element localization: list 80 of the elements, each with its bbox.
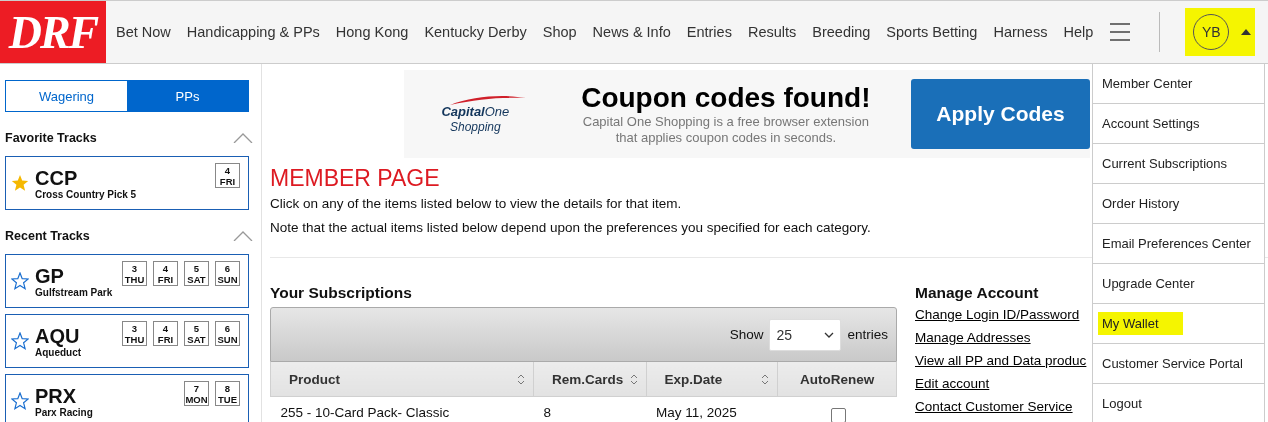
track-card[interactable]: CCP Cross Country Pick 5 4 FRI: [5, 156, 249, 210]
column-header[interactable]: Exp.Date: [646, 362, 778, 397]
track-name: Gulfstream Park: [35, 286, 114, 298]
ad-banner[interactable]: CapitalOne Shopping Coupon codes found! Capital One Shopping is a free browser extension that applies coupon codes in seconds. Apply Codes: [404, 70, 1090, 158]
show-label: Show: [729, 327, 764, 342]
nav-link[interactable]: Breeding: [804, 24, 879, 40]
track-code: AQU: [35, 324, 81, 347]
nav-link[interactable]: Shop: [534, 24, 585, 40]
sort-icon[interactable]: [761, 373, 770, 385]
checkbox[interactable]: [830, 408, 846, 422]
menu-item[interactable]: My Wallet: [1093, 304, 1264, 344]
section-heading: Your Subscriptions: [270, 284, 413, 302]
track-card[interactable]: AQU Aqueduct 3 THU 4 FRI 5 SAT 6 SUN: [5, 314, 249, 368]
menu-item[interactable]: Logout: [1093, 384, 1264, 422]
race-day[interactable]: 4 FRI: [153, 261, 178, 286]
apply-codes-button[interactable]: Apply Codes: [911, 79, 1090, 149]
tab[interactable]: PPs: [127, 81, 248, 111]
ad-description: Capital One Shopping is a free browser extension that applies coupon codes in seconds.: [581, 114, 870, 146]
nav-link[interactable]: Hong Kong: [327, 24, 417, 40]
race-day[interactable]: 6 SUN: [215, 261, 240, 286]
sort-icon[interactable]: [629, 373, 638, 385]
ad-logo-subtitle: Shopping: [449, 120, 502, 134]
race-day[interactable]: 3 THU: [122, 261, 147, 286]
column-header[interactable]: Rem.Cards: [533, 362, 647, 397]
track-name: Parx Racing: [35, 406, 94, 418]
track-card[interactable]: PRX Parx Racing 7 MON 8 TUE: [5, 374, 249, 422]
race-day[interactable]: 7 MON: [184, 381, 209, 406]
star-icon[interactable]: [11, 174, 29, 192]
table-cell: May 11, 2025: [646, 396, 778, 422]
nav-link[interactable]: Bet Now: [106, 24, 179, 40]
menu-icon[interactable]: [1109, 23, 1132, 41]
race-day[interactable]: 3 THU: [122, 321, 147, 346]
sort-icon[interactable]: [516, 373, 525, 385]
logo[interactable]: DRF: [0, 1, 106, 63]
track-code: CCP: [35, 166, 79, 189]
intro-text: Click on any of the items listed below to view the details for that item.: [270, 195, 682, 213]
ad-headline: Coupon codes found!: [580, 82, 872, 114]
track-code: GP: [35, 264, 65, 287]
track-code: PRX: [35, 384, 78, 407]
caret-icon[interactable]: [1241, 29, 1252, 35]
menu-item[interactable]: Customer Service Portal: [1093, 344, 1264, 384]
menu-item[interactable]: Order History: [1093, 184, 1264, 224]
menu-item[interactable]: Account Settings: [1093, 104, 1264, 144]
table-cell: 255 - 10-Card Pack- Classic: [270, 396, 534, 422]
race-day[interactable]: 8 TUE: [215, 381, 240, 406]
track-name: Aqueduct: [35, 346, 83, 358]
column-header[interactable]: Product: [270, 362, 534, 397]
track-name: Cross Country Pick 5: [35, 188, 138, 200]
menu-item[interactable]: Current Subscriptions: [1093, 144, 1264, 184]
menu-item[interactable]: Member Center: [1093, 64, 1264, 104]
race-day[interactable]: 5 SAT: [184, 261, 209, 286]
ad-logo-text: CapitalOne: [441, 104, 510, 119]
menu-item[interactable]: Upgrade Center: [1093, 264, 1264, 304]
intro-text: Note that the actual items listed below depend upon the preferences you specified for each category.: [270, 219, 871, 237]
chevron-down-icon: [824, 331, 835, 338]
star-icon[interactable]: [11, 392, 29, 410]
nav-link[interactable]: Results: [739, 24, 805, 40]
race-day[interactable]: 4 FRI: [215, 163, 240, 188]
nav-link[interactable]: News & Info: [584, 24, 679, 40]
race-day[interactable]: 6 SUN: [215, 321, 240, 346]
nav-link[interactable]: Entries: [678, 24, 740, 40]
track-card[interactable]: GP Gulfstream Park 3 THU 4 FRI 5 SAT 6 SUN: [5, 254, 249, 308]
table-cell: 8: [533, 396, 647, 422]
nav-link[interactable]: Kentucky Derby: [416, 24, 535, 40]
race-day[interactable]: 4 FRI: [153, 321, 178, 346]
page-size-select[interactable]: 25: [769, 318, 842, 351]
entries-label: entries: [847, 327, 888, 342]
menu-item[interactable]: Email Preferences Center: [1093, 224, 1264, 264]
nav-link[interactable]: Handicapping & PPs: [178, 24, 328, 40]
star-icon[interactable]: [11, 272, 29, 290]
column-header: AutoRenew: [777, 362, 897, 397]
star-icon[interactable]: [11, 332, 29, 350]
chevron-icon[interactable]: [233, 133, 253, 143]
chevron-icon[interactable]: [233, 231, 253, 241]
nav-link[interactable]: Sports Betting: [878, 24, 986, 40]
nav-link[interactable]: Help: [1055, 24, 1102, 40]
race-day[interactable]: 5 SAT: [184, 321, 209, 346]
section-title: Favorite Tracks: [5, 131, 97, 145]
section-title: Recent Tracks: [5, 229, 90, 243]
nav-link[interactable]: Harness: [985, 24, 1056, 40]
